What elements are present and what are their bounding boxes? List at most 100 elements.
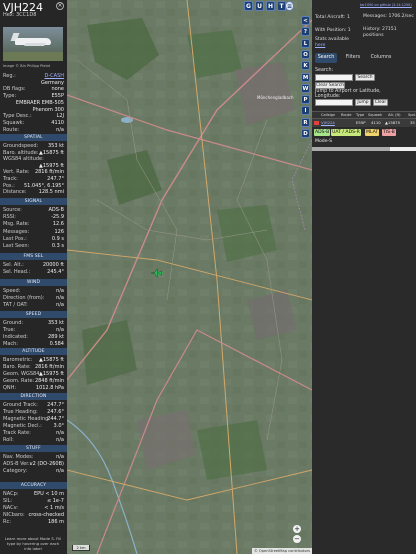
layers-icon[interactable]: ≡ [285,1,294,11]
signal-row-value: 12.6 [52,221,64,228]
wind-row-label: Speed: [3,288,21,294]
jump-button[interactable]: Jump [355,99,371,106]
section-speed[interactable]: SPEED [0,311,67,318]
row-callsign[interactable]: VJH224 [321,120,335,125]
map-side-button-p[interactable]: P [301,95,310,105]
section-direction[interactable]: DIRECTION [0,393,67,400]
map-button-u[interactable]: U [255,1,264,11]
search-label: Search: [315,68,334,73]
accuracy-row-label: NICbaro: [3,512,25,518]
speed-row-label: Indicated: [3,334,28,340]
wind-row-value: n/a [56,302,64,308]
info-row-value[interactable]: D-CASH [45,73,65,79]
section-stuff[interactable]: STUFF [0,445,67,452]
section-fms[interactable]: FMS SEL [0,253,67,260]
photo-jet-wing [24,43,46,46]
signal-row: Messages: 126 [3,229,64,235]
fms-row-value: 245.4° [47,269,64,275]
map-view[interactable]: Mönchengladbach ≡ + − 2 km © OpenStreetM… [67,0,312,554]
section-wind[interactable]: WIND [0,279,67,286]
clear-jump-button[interactable]: Clear [373,99,388,106]
accuracy-row: Rc: 186 m [3,519,64,525]
wind-row: TAT / OAT: n/a [3,302,64,308]
spatial-row: Track: 247.7° [3,176,64,182]
spatial-row-label: Baro. altitude: [3,149,39,156]
col-header-squawk[interactable]: Squawk [368,113,382,117]
version-link[interactable]: tar1090 on github (3.14.1250) [360,3,412,7]
info-row: EMBRAER EMB-505 [3,100,64,106]
fms-row: Sel. Alt.: 20000 ft [3,262,64,268]
search-button[interactable]: Search [355,74,375,81]
chip-mlat: MLAT [365,129,380,136]
signal-row-label: Messages: [3,228,30,235]
col-header-type[interactable]: Type [356,113,364,117]
signal-row-label: Msg. Rate: [3,221,30,228]
tab-filters[interactable]: Filters [342,53,364,63]
map-side-button-i[interactable]: I [301,106,310,116]
section-accuracy[interactable]: ACCURACY [0,482,67,489]
flag-icon [314,121,319,125]
altitude-row-value: 2816 ft/min [34,364,64,370]
chip-tisb: TIS-B [382,129,396,136]
direction-row: Roll: n/a [3,437,64,443]
jump-input[interactable] [315,99,353,106]
zoom-out-button[interactable]: − [293,535,301,543]
col-header-route[interactable]: Route [341,113,351,117]
wind-row-label: Direction (from): [3,295,45,301]
info-row-label: Squawk: [3,119,25,126]
map-side-button-k[interactable]: K [301,61,310,71]
col-header-speed[interactable]: Spd. [408,113,416,117]
direction-row-label: Ground Track: [3,402,38,408]
horizontal-scrollbar[interactable] [312,147,416,151]
tab-columns[interactable]: Columns [369,53,393,63]
signal-row-label: RSSI: [3,214,16,221]
map-button-t[interactable]: T [277,1,286,11]
map-side-button-d[interactable]: D [301,129,310,138]
map-side-button-r[interactable]: R [301,117,310,127]
info-row: DB flags: none [3,86,64,92]
speed-row: Mach: 0.584 [3,341,64,347]
close-icon[interactable]: × [56,2,64,10]
map-side-button-l[interactable]: L [301,38,310,48]
spatial-row-value: 51.045°, 6.195° [24,182,64,189]
table-row[interactable]: VJH224 E55P 4110 ▲15875 35 [312,119,416,127]
altitude-row: QNH: 1012.8 hPa [3,385,64,391]
accuracy-row-value: 186 m [47,519,64,525]
info-row: Type: E55P [3,93,64,99]
map-side-button-help[interactable]: ? [301,27,310,37]
stuff-row: Category: n/a [3,468,64,474]
map-button-g[interactable]: G [244,1,253,11]
section-signal[interactable]: SIGNAL [0,198,67,205]
accuracy-row: SIL: ≤ 1e-7 [3,498,64,504]
aircraft-marker-icon[interactable] [150,267,162,279]
clear-search-button[interactable]: Clear Search [315,82,345,89]
direction-row-value: 247.6° [47,409,64,415]
col-header-altitude[interactable]: Alt. (ft) [388,113,401,117]
accuracy-row-label: NACp: [3,491,19,497]
spatial-row: WGS84 altitude: [3,156,64,162]
aircraft-photo[interactable] [3,27,63,61]
search-input[interactable] [315,74,353,81]
col-header-callsign[interactable]: Callsign [321,113,335,117]
altitude-row: Barometric: ▲15875 ft [3,357,64,363]
tab-search[interactable]: Search [315,53,337,63]
zoom-in-button[interactable]: + [293,525,301,533]
direction-row: Magnetic Decl.: 3.0° [3,423,64,429]
map-button-h[interactable]: H [266,1,275,11]
section-spatial[interactable]: SPATIAL [0,134,67,141]
map-side-button-collapse[interactable]: < [301,16,310,25]
section-altitude[interactable]: ALTITUDE [0,348,67,355]
aircraft-table-header: Callsign Route Type Squawk Alt. (ft) Spd… [312,111,416,119]
scrollbar-thumb[interactable] [312,147,390,151]
stuff-row-value: n/a [56,454,64,460]
map-side-button-o[interactable]: O [301,49,310,59]
map-attribution[interactable]: © OpenStreetMap contributors [252,548,312,554]
info-row-value: none [51,86,64,93]
map-side-button-w[interactable]: W [301,83,310,93]
with-position: With Position: 1 [315,28,351,33]
stuff-row-label: ADS-B Ver.: [3,461,32,467]
stats-link[interactable]: here [315,43,325,49]
signal-row: RSSI: -25.9 [3,214,64,220]
spatial-row-value: ▲15875 ft [39,149,64,156]
map-side-button-m[interactable]: M [301,72,310,82]
